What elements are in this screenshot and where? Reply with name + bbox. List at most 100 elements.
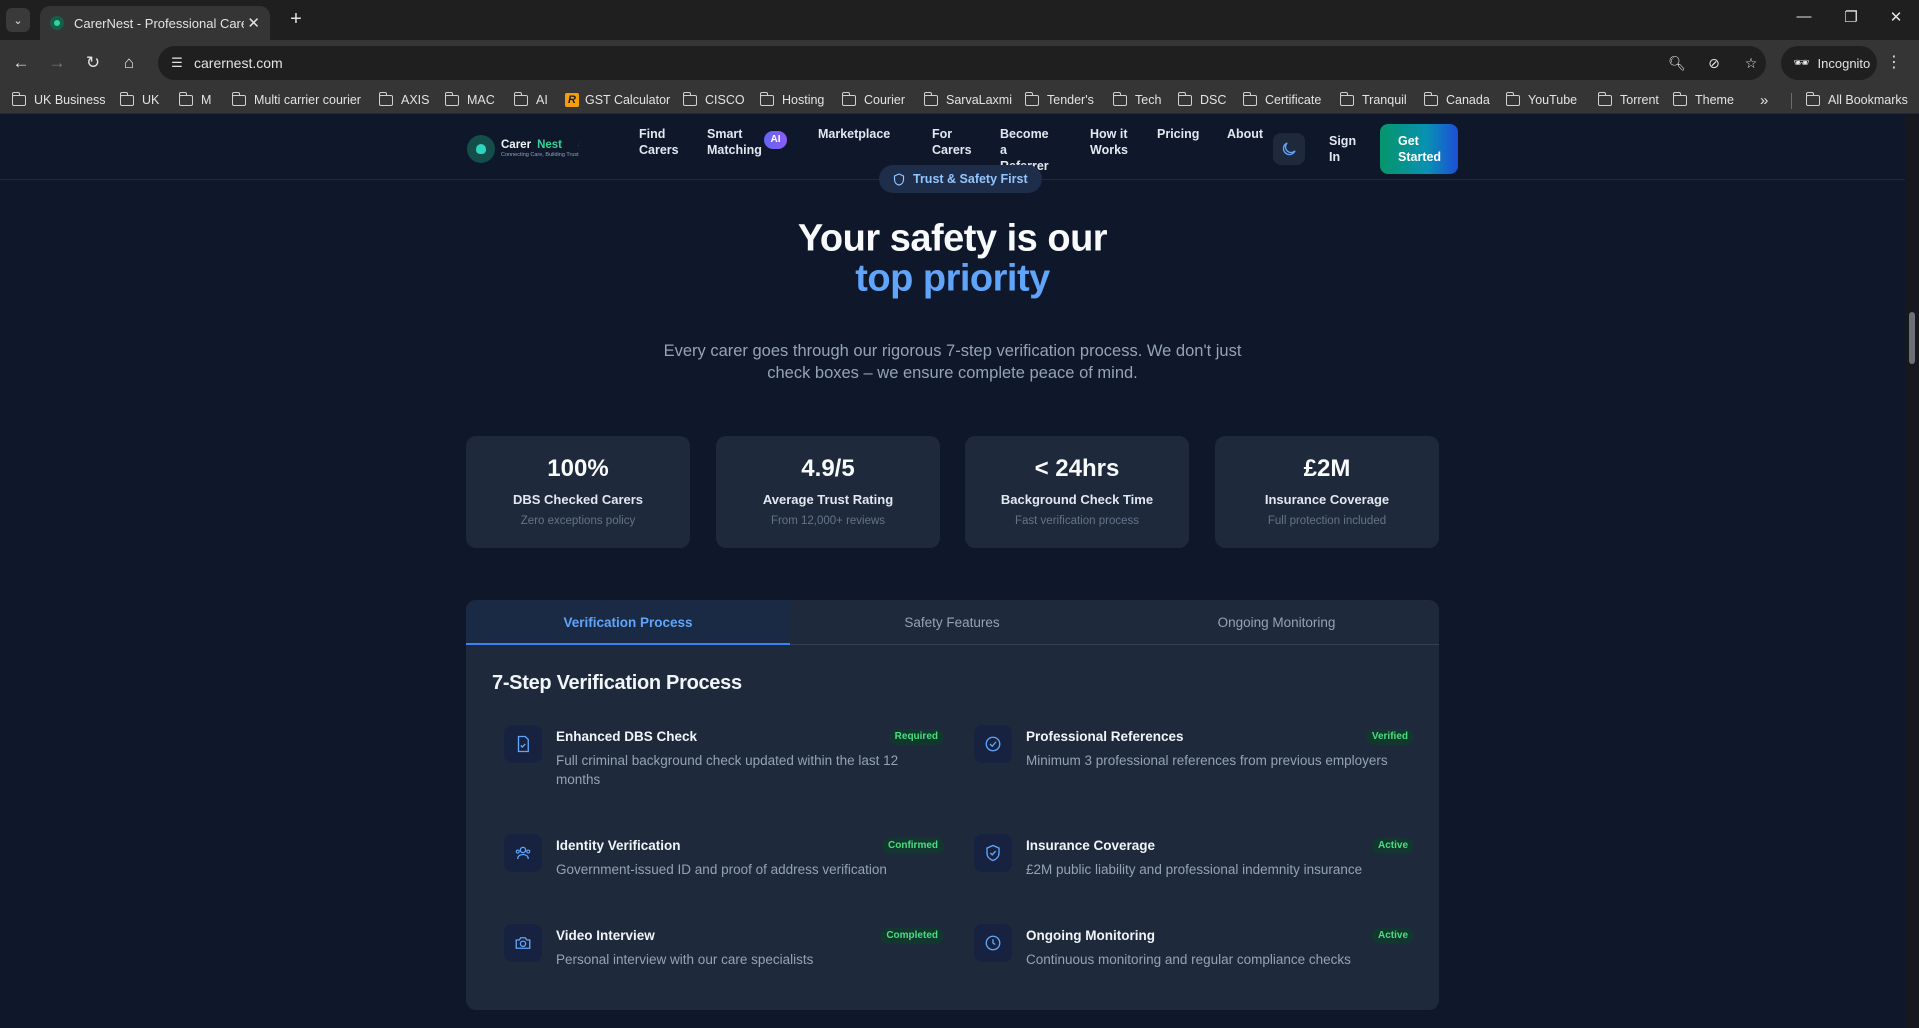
get-started-button[interactable]: Get Started [1380, 124, 1458, 174]
browser-menu-icon[interactable]: ⋮ [1886, 52, 1902, 72]
bookmark-folder[interactable]: AXIS [378, 91, 430, 109]
bookmark-folder[interactable]: Theme [1672, 91, 1734, 109]
tab-close-icon[interactable]: ✕ [247, 14, 260, 32]
step-badge: Confirmed [882, 838, 944, 854]
camera-icon [504, 924, 542, 962]
bookmark-star-icon[interactable]: ☆ [1742, 54, 1760, 72]
restore-icon[interactable]: ❐ [1836, 8, 1866, 26]
bookmark-folder[interactable]: AI [513, 91, 548, 109]
nav-for-carers[interactable]: For Carers [932, 126, 976, 158]
bookmark-folder[interactable]: Tech [1112, 91, 1161, 109]
new-tab-button[interactable]: + [284, 8, 308, 31]
stat-label: Insurance Coverage [1264, 492, 1390, 507]
step-description: £2M public liability and professional in… [1026, 862, 1363, 877]
stat-label: DBS Checked Carers [512, 492, 644, 507]
tab-title: CarerNest - Professional Care M [74, 15, 244, 31]
bookmarks-divider [1791, 93, 1792, 109]
sign-in-link[interactable]: Sign In [1329, 133, 1363, 165]
stat-value: £2M [1303, 455, 1351, 482]
folder-icon [1112, 91, 1127, 106]
page-scrollbar[interactable] [1905, 115, 1919, 1028]
nav-smart-matching[interactable]: Smart Matching [707, 126, 763, 158]
bookmark-folder[interactable]: CISCO [682, 91, 745, 109]
folder-icon [1177, 91, 1192, 106]
bookmark-folder[interactable]: Tender's [1024, 91, 1094, 109]
bookmarks-overflow-icon[interactable]: » [1760, 91, 1768, 109]
tracking-protection-icon[interactable]: ⊘ [1705, 54, 1723, 72]
bookmark-folder[interactable]: Certificate [1242, 91, 1321, 109]
zoom-icon[interactable]: 🔍︎ [1668, 54, 1686, 72]
nav-pricing[interactable]: Pricing [1157, 126, 1199, 142]
site-favicon-icon [50, 16, 64, 30]
bookmark-gst-calculator[interactable]: R GST Calculator [565, 91, 670, 109]
moon-icon [1282, 142, 1296, 156]
nav-how-it-works[interactable]: How it Works [1090, 126, 1130, 158]
trust-pill-label: Trust & Safety First [913, 172, 1028, 186]
step-item: Professional References Verified Minimum… [974, 725, 1414, 785]
bookmark-folder[interactable]: DSC [1177, 91, 1226, 109]
stat-card: £2M Insurance Coverage Full protection i… [1215, 436, 1439, 548]
nav-find-carers[interactable]: Find Carers [639, 126, 683, 158]
step-badge: Active [1371, 838, 1414, 854]
panel-title: 7-Step Verification Process [492, 672, 742, 694]
tab-safety-features[interactable]: Safety Features [790, 600, 1114, 645]
home-icon[interactable]: ⌂ [116, 50, 142, 76]
stat-card: 100% DBS Checked Carers Zero exceptions … [466, 436, 690, 548]
bookmark-folder[interactable]: Tranquil [1339, 91, 1407, 109]
bookmark-folder[interactable]: Canada [1423, 91, 1490, 109]
stat-value: 100% [547, 455, 609, 482]
nav-marketplace[interactable]: Marketplace [818, 126, 890, 142]
step-description: Continuous monitoring and regular compli… [1026, 952, 1351, 967]
folder-icon [378, 91, 393, 106]
bookmark-folder[interactable]: YouTube [1505, 91, 1577, 109]
verification-panel: Verification Process Safety Features Ong… [466, 600, 1439, 1010]
bookmarks-bar: UK Business UK M Multi carrier courier A… [0, 86, 1919, 114]
bookmark-folder[interactable]: M [178, 91, 211, 109]
address-bar[interactable]: ☰ carernest.com 🔍︎ ⊘ ☆ [158, 46, 1766, 80]
step-badge: Completed [880, 928, 944, 944]
scrollbar-thumb[interactable] [1909, 312, 1915, 364]
browser-tab[interactable]: CarerNest - Professional Care M ✕ [40, 6, 270, 40]
stat-value: < 24hrs [1034, 455, 1120, 482]
incognito-indicator[interactable]: 🕶︎ Incognito [1781, 46, 1877, 80]
logo-carer: Carer [501, 138, 532, 151]
folder-icon [444, 91, 459, 106]
tab-ongoing-monitoring[interactable]: Ongoing Monitoring [1114, 600, 1439, 645]
site-info-icon[interactable]: ☰ [168, 54, 186, 72]
logo-icon [467, 135, 495, 163]
forward-icon[interactable]: → [44, 50, 70, 76]
tab-verification-process[interactable]: Verification Process [466, 600, 790, 645]
stat-label: Background Check Time [1000, 492, 1154, 507]
bookmark-folder[interactable]: UK [119, 91, 159, 109]
reload-icon[interactable]: ↻ [80, 50, 106, 76]
bookmark-folder[interactable]: UK Business [11, 91, 106, 109]
back-icon[interactable]: ← [8, 50, 34, 76]
bookmark-folder[interactable]: Multi carrier courier [231, 91, 361, 109]
folder-icon [1339, 91, 1354, 106]
close-window-icon[interactable]: ✕ [1881, 8, 1911, 26]
theme-toggle-button[interactable] [1273, 133, 1305, 165]
trust-safety-pill: Trust & Safety First [879, 165, 1042, 193]
carernest-logo[interactable]: Carer Nest Connecting Care, Building Trus… [467, 135, 583, 163]
browser-toolbar: ← → ↻ ⌂ ☰ carernest.com 🔍︎ ⊘ ☆ 🕶︎ Incogn… [0, 40, 1919, 86]
stat-value: 4.9/5 [801, 455, 855, 482]
folder-icon [513, 91, 528, 106]
hero-subtitle: Every carer goes through our rigorous 7-… [663, 342, 1242, 382]
step-item: Ongoing Monitoring Active Continuous mon… [974, 924, 1414, 984]
bookmark-folder[interactable]: Torrent [1597, 91, 1659, 109]
nav-about[interactable]: About [1227, 126, 1263, 142]
step-badge: Active [1371, 928, 1414, 944]
step-description: Personal interview with our care special… [556, 952, 814, 967]
minimize-icon[interactable]: — [1789, 8, 1819, 25]
bookmark-folder[interactable]: MAC [444, 91, 495, 109]
url-text[interactable]: carernest.com [194, 55, 283, 71]
shield-check-icon [974, 834, 1012, 872]
bookmark-folder[interactable]: SarvaLaxmi [923, 91, 1012, 109]
all-bookmarks[interactable]: All Bookmarks [1805, 91, 1908, 109]
folder-icon [1597, 91, 1612, 106]
logo-decoration: ·˙ [577, 141, 583, 150]
tab-search-button[interactable]: ⌄ [6, 8, 30, 32]
folder-icon [682, 91, 697, 106]
bookmark-folder[interactable]: Hosting [759, 91, 824, 109]
bookmark-folder[interactable]: Courier [841, 91, 905, 109]
